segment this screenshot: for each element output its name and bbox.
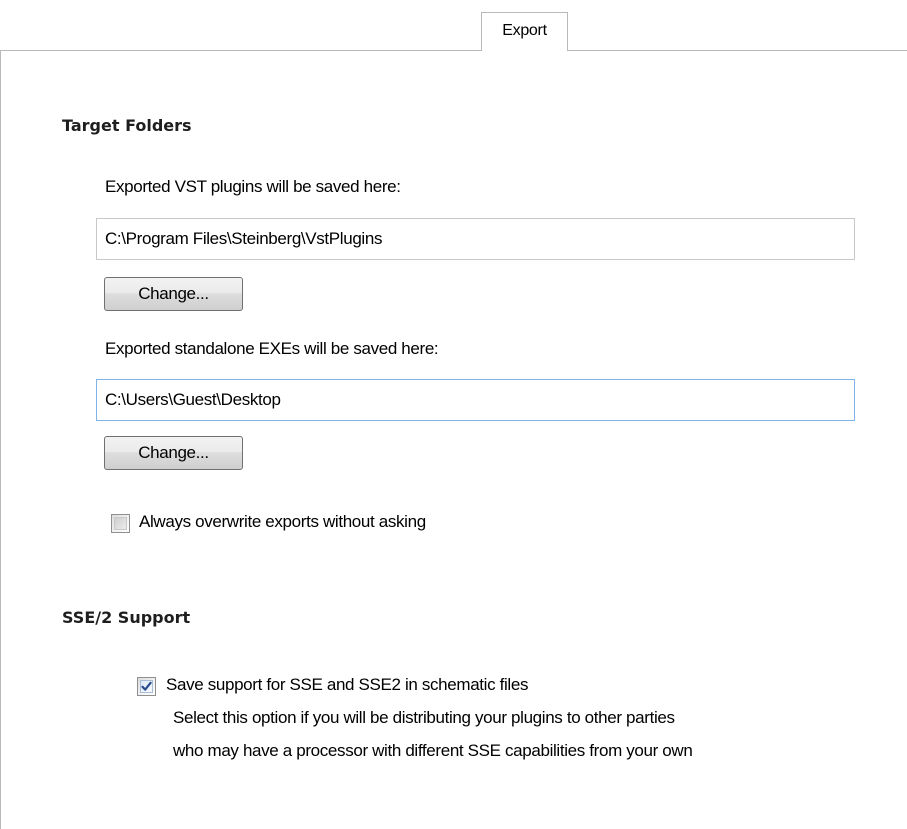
tab-export-label: Export [502, 22, 547, 39]
tab-export[interactable]: Export [481, 12, 568, 51]
change-exe-folder-button[interactable]: Change... [104, 436, 243, 470]
target-folders-heading: Target Folders [62, 116, 192, 135]
overwrite-checkbox[interactable] [111, 514, 130, 533]
sse-support-checkbox-label[interactable]: Save support for SSE and SSE2 in schemat… [166, 675, 528, 695]
sse-support-checkbox[interactable] [137, 677, 156, 696]
check-mark-icon [141, 681, 152, 691]
sse-description-line-1: Select this option if you will be distri… [173, 708, 675, 727]
vst-folder-input[interactable]: C:\Program Files\Steinberg\VstPlugins [96, 218, 855, 260]
overwrite-checkbox-box [114, 517, 127, 530]
exe-folder-input[interactable]: C:\Users\Guest\Desktop [96, 379, 855, 421]
sse-support-heading: SSE/2 Support [62, 608, 191, 627]
overwrite-checkbox-label[interactable]: Always overwrite exports without asking [139, 512, 426, 532]
change-exe-folder-button-label: Change... [138, 443, 209, 462]
sse-description-line-2: who may have a processor with different … [173, 741, 693, 760]
change-vst-folder-button[interactable]: Change... [104, 277, 243, 311]
change-vst-folder-button-label: Change... [138, 284, 209, 303]
sse-support-checkbox-box [140, 680, 153, 693]
export-settings-window: Export Target Folders Exported VST plugi… [0, 0, 907, 829]
exe-folder-label: Exported standalone EXEs will be saved h… [105, 339, 439, 358]
vst-folder-label: Exported VST plugins will be saved here: [105, 177, 401, 196]
vst-folder-value: C:\Program Files\Steinberg\VstPlugins [105, 229, 383, 248]
exe-folder-value: C:\Users\Guest\Desktop [105, 390, 281, 409]
